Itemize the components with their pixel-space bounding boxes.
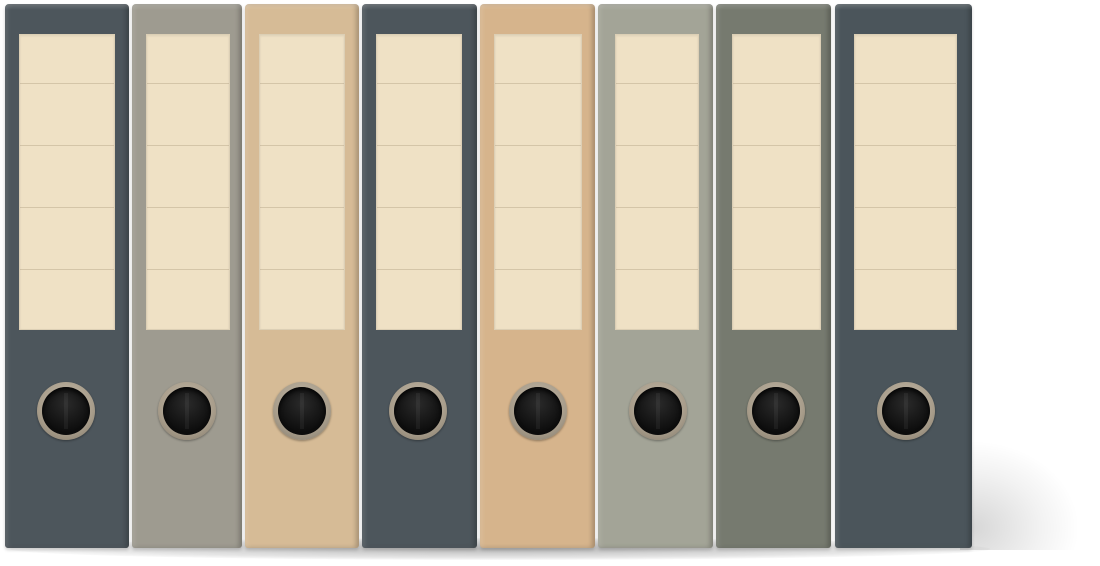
label-divider (147, 145, 229, 146)
label-divider (377, 207, 461, 208)
finger-ring (509, 382, 567, 440)
label-divider (733, 145, 820, 146)
finger-hole (752, 387, 800, 435)
label-divider (616, 269, 698, 270)
finger-hole (394, 387, 442, 435)
binder-6 (598, 4, 713, 548)
spine-label (494, 34, 582, 330)
binder-8 (835, 4, 972, 548)
label-divider (147, 83, 229, 84)
spine-label (854, 34, 957, 330)
label-divider (377, 269, 461, 270)
label-divider (733, 207, 820, 208)
finger-ring (37, 382, 95, 440)
label-divider (855, 83, 956, 84)
spine-label (19, 34, 115, 330)
binder-3 (245, 4, 359, 548)
finger-hole (882, 387, 930, 435)
label-divider (20, 145, 114, 146)
label-divider (616, 83, 698, 84)
label-divider (377, 83, 461, 84)
finger-ring (877, 382, 935, 440)
spine-label (615, 34, 699, 330)
label-divider (260, 207, 344, 208)
finger-ring (629, 382, 687, 440)
label-divider (855, 269, 956, 270)
finger-hole (634, 387, 682, 435)
side-shadow (960, 440, 1080, 550)
spine-label (146, 34, 230, 330)
label-divider (495, 145, 581, 146)
label-divider (495, 207, 581, 208)
binder-4 (362, 4, 477, 548)
binder-5 (480, 4, 595, 548)
binder-1 (5, 4, 129, 548)
binder-2 (132, 4, 242, 548)
label-divider (495, 83, 581, 84)
label-divider (20, 269, 114, 270)
label-divider (733, 83, 820, 84)
label-divider (855, 207, 956, 208)
finger-hole (42, 387, 90, 435)
label-divider (147, 207, 229, 208)
label-divider (616, 145, 698, 146)
spine-label (732, 34, 821, 330)
binder-7 (716, 4, 831, 548)
finger-hole (278, 387, 326, 435)
finger-hole (514, 387, 562, 435)
finger-ring (158, 382, 216, 440)
finger-ring (747, 382, 805, 440)
label-divider (377, 145, 461, 146)
spine-label (376, 34, 462, 330)
label-divider (855, 145, 956, 146)
label-divider (495, 269, 581, 270)
label-divider (260, 269, 344, 270)
label-divider (147, 269, 229, 270)
label-divider (20, 207, 114, 208)
finger-ring (273, 382, 331, 440)
label-divider (260, 83, 344, 84)
spine-label (259, 34, 345, 330)
label-divider (733, 269, 820, 270)
label-divider (260, 145, 344, 146)
binder-shelf-photo (0, 0, 1100, 566)
label-divider (20, 83, 114, 84)
finger-hole (163, 387, 211, 435)
label-divider (616, 207, 698, 208)
finger-ring (389, 382, 447, 440)
